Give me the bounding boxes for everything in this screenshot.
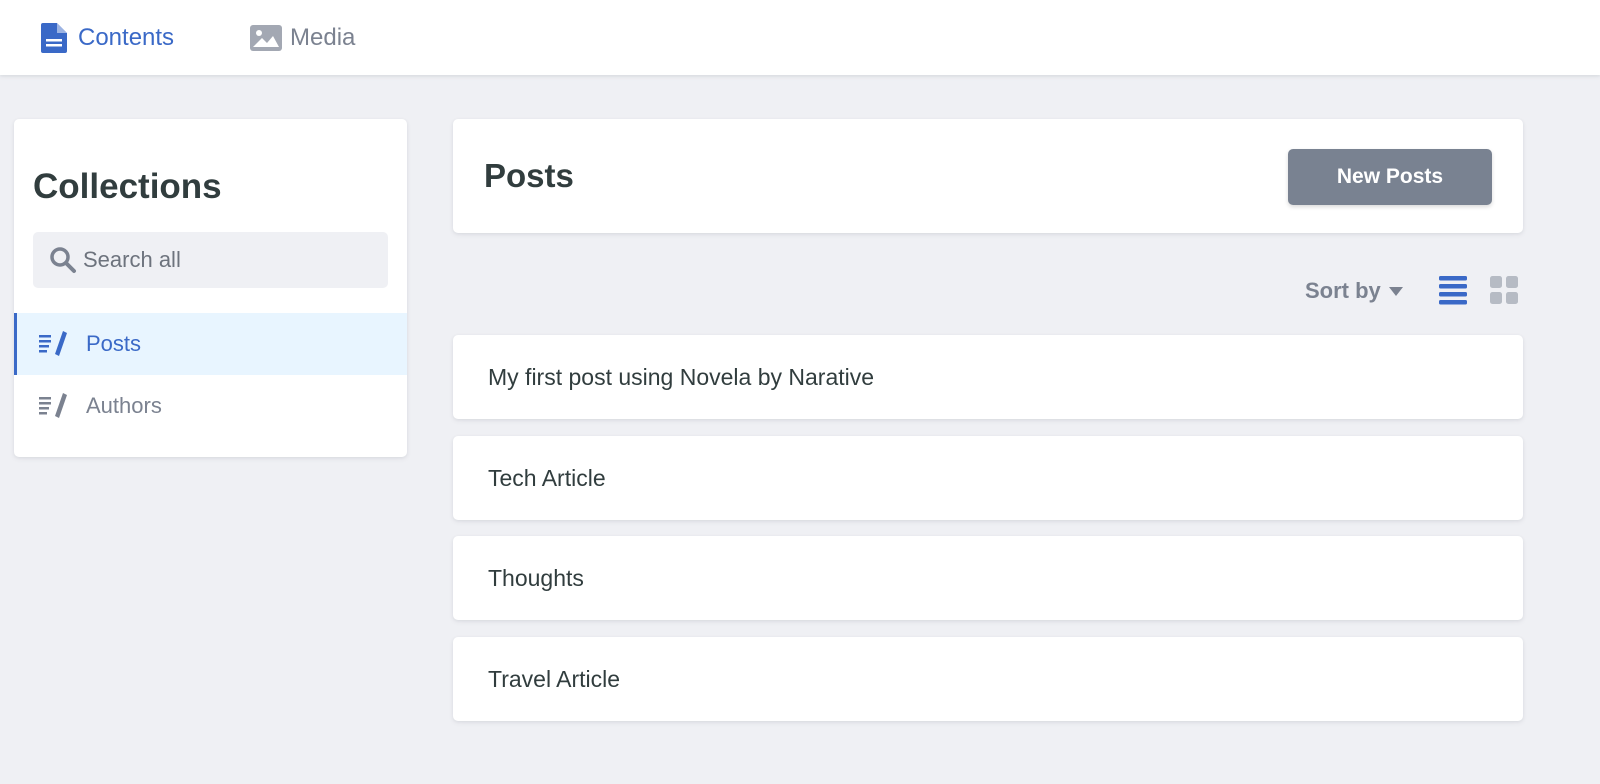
list-item-title: My first post using Novela by Narative	[488, 363, 875, 390]
list-view-button[interactable]	[1437, 274, 1469, 306]
sidebar-item-posts[interactable]: Posts	[14, 313, 407, 375]
sidebar-title: Collections	[33, 167, 222, 206]
tab-contents-label: Contents	[78, 23, 175, 51]
search-box	[33, 232, 388, 288]
search-icon	[47, 244, 79, 276]
caret-down-icon	[1388, 286, 1403, 296]
sidebar-item-label: Posts	[86, 331, 142, 356]
page-title: Posts	[484, 157, 574, 194]
collections-panel: Collections Posts	[14, 119, 407, 457]
image-icon	[250, 22, 282, 54]
search-input[interactable]	[83, 247, 363, 273]
sidebar-item-authors[interactable]: Authors	[14, 375, 407, 437]
tab-media-label: Media	[290, 23, 356, 51]
list-item-title: Thoughts	[488, 564, 584, 591]
list-item[interactable]: Thoughts	[453, 536, 1523, 620]
sidebar-item-label: Authors	[86, 393, 162, 418]
edit-list-icon	[38, 328, 70, 360]
list-item[interactable]: My first post using Novela by Narative	[453, 335, 1523, 419]
tab-contents[interactable]: Contents	[38, 0, 174, 75]
edit-list-icon	[38, 390, 70, 422]
top-nav: Contents Media	[0, 0, 1600, 75]
list-item[interactable]: Tech Article	[453, 436, 1523, 520]
list-item[interactable]: Travel Article	[453, 637, 1523, 721]
collection-header: Posts New Posts	[453, 119, 1523, 233]
sort-label: Sort by	[1305, 278, 1381, 303]
document-icon	[38, 22, 70, 54]
list-view-icon	[1439, 276, 1467, 305]
tab-media[interactable]: Media	[250, 0, 355, 75]
new-post-button[interactable]: New Posts	[1288, 149, 1492, 205]
grid-view-button[interactable]	[1488, 274, 1520, 306]
list-item-title: Travel Article	[488, 665, 621, 692]
grid-view-icon	[1490, 276, 1518, 304]
list-item-title: Tech Article	[488, 464, 606, 491]
sort-dropdown[interactable]: Sort by	[1305, 276, 1403, 306]
